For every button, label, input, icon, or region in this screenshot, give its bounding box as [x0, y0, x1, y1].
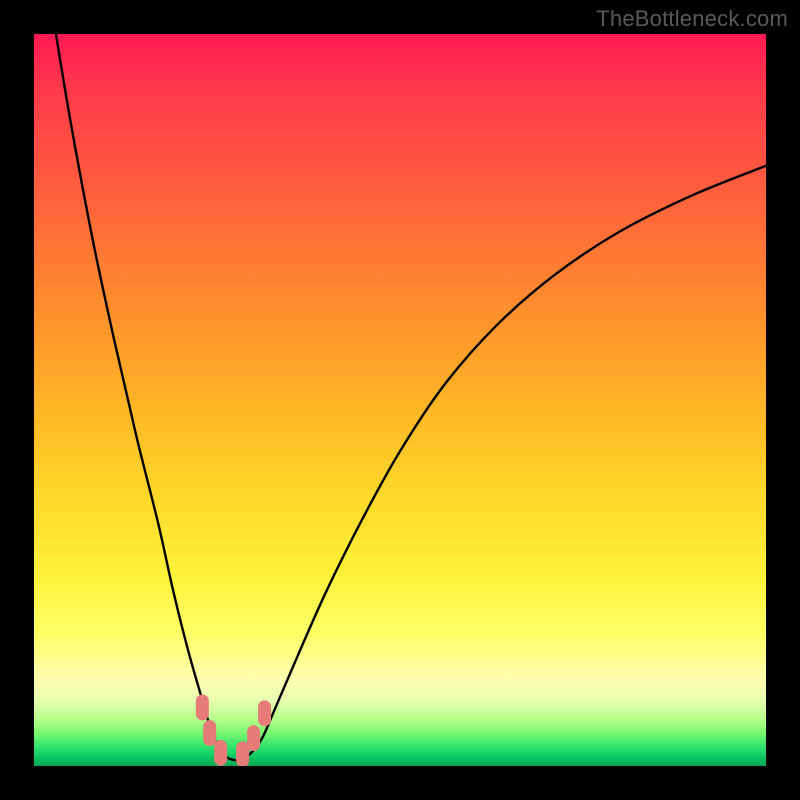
bottleneck-curve — [34, 34, 766, 766]
watermark-text: TheBottleneck.com — [596, 6, 788, 32]
plot-area — [34, 34, 766, 766]
curve-marker — [247, 725, 260, 751]
curve-marker — [214, 740, 227, 766]
curve-marker — [196, 694, 209, 720]
curve-marker — [258, 700, 271, 726]
curve-marker — [203, 720, 216, 746]
chart-frame: TheBottleneck.com — [0, 0, 800, 800]
curve-path — [56, 34, 766, 760]
